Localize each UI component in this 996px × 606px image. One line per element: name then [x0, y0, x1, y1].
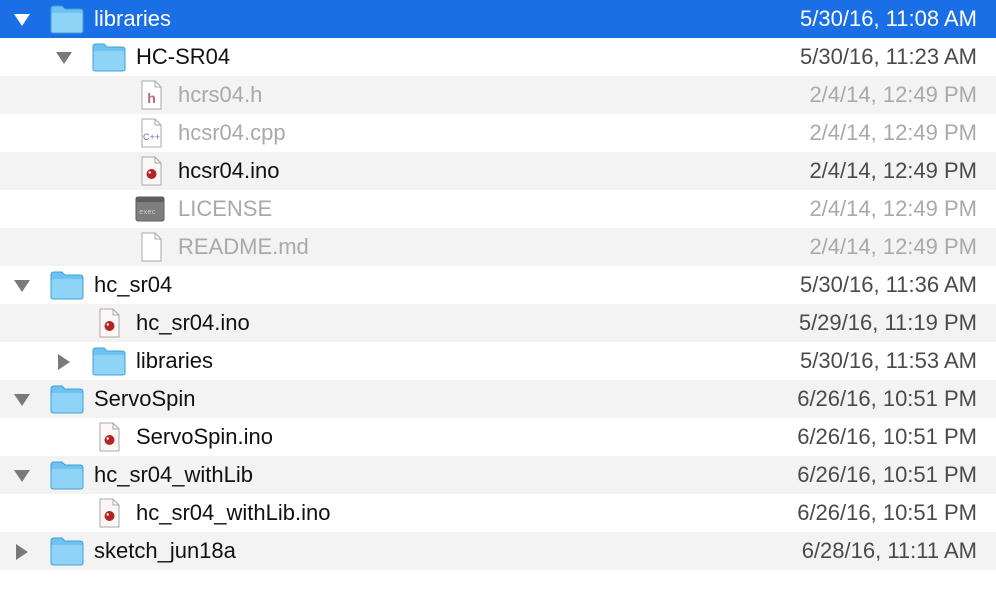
arduino-sketch-icon	[92, 308, 126, 338]
list-row[interactable]: libraries 5/30/16, 11:53 AM	[0, 342, 996, 380]
date-modified: 6/26/16, 10:51 PM	[797, 500, 977, 525]
list-row[interactable]: hc_sr04.ino 5/29/16, 11:19 PM	[0, 304, 996, 342]
list-row[interactable]: hc_sr04 5/30/16, 11:36 AM	[0, 266, 996, 304]
file-list: libraries 5/30/16, 11:08 AM HC-SR04 5/30/16…	[0, 0, 996, 570]
file-name: hcrs04.h	[178, 82, 263, 107]
disclosure-expanded-icon[interactable]	[14, 278, 30, 294]
date-modified: 6/28/16, 11:11 AM	[801, 538, 977, 563]
file-name: LICENSE	[178, 196, 273, 221]
folder-icon	[92, 346, 126, 376]
file-name: hc_sr04	[94, 272, 173, 297]
file-name: hcsr04.cpp	[178, 120, 286, 145]
file-name: hc_sr04_withLib.ino	[136, 500, 331, 525]
file-name: libraries	[94, 6, 172, 31]
list-row[interactable]: hcsr04.ino 2/4/14, 12:49 PM	[0, 152, 996, 190]
document-icon	[134, 232, 168, 262]
list-row[interactable]: exec LICENSE 2/4/14, 12:49 PM	[0, 190, 996, 228]
date-modified: 6/26/16, 10:51 PM	[797, 386, 977, 411]
list-row[interactable]: libraries 5/30/16, 11:08 AM	[0, 0, 996, 38]
folder-icon	[50, 460, 84, 490]
file-name: HC-SR04	[136, 44, 231, 69]
date-modified: 5/29/16, 11:19 PM	[798, 310, 977, 335]
svg-text:exec: exec	[139, 209, 156, 217]
svg-text:h: h	[147, 90, 156, 106]
date-modified: 5/30/16, 11:23 AM	[800, 44, 977, 69]
disclosure-expanded-icon[interactable]	[14, 392, 30, 408]
date-modified: 5/30/16, 11:53 AM	[800, 348, 977, 373]
date-modified: 2/4/14, 12:49 PM	[809, 234, 977, 259]
folder-icon	[92, 42, 126, 72]
disclosure-collapsed-icon[interactable]	[14, 544, 30, 560]
disclosure-expanded-icon[interactable]	[56, 50, 72, 66]
list-row[interactable]: h hcrs04.h 2/4/14, 12:49 PM	[0, 76, 996, 114]
list-row[interactable]: ServoSpin.ino 6/26/16, 10:51 PM	[0, 418, 996, 456]
file-name: hc_sr04.ino	[136, 310, 250, 335]
file-name: hcsr04.ino	[178, 158, 280, 183]
cpp-file-icon: C++	[134, 118, 168, 148]
list-row[interactable]: sketch_jun18a 6/28/16, 11:11 AM	[0, 532, 996, 570]
date-modified: 2/4/14, 12:49 PM	[809, 196, 977, 221]
file-name: ServoSpin	[94, 386, 196, 411]
arduino-sketch-icon	[134, 156, 168, 186]
arduino-sketch-icon	[92, 422, 126, 452]
executable-file-icon: exec	[134, 194, 168, 224]
list-row[interactable]: C++ hcsr04.cpp 2/4/14, 12:49 PM	[0, 114, 996, 152]
date-modified: 6/26/16, 10:51 PM	[797, 424, 977, 449]
date-modified: 5/30/16, 11:08 AM	[800, 6, 977, 31]
date-modified: 2/4/14, 12:49 PM	[809, 82, 977, 107]
header-file-icon: h	[134, 80, 168, 110]
folder-icon	[50, 384, 84, 414]
svg-text:C++: C++	[143, 132, 160, 142]
folder-icon	[50, 536, 84, 566]
list-row[interactable]: README.md 2/4/14, 12:49 PM	[0, 228, 996, 266]
disclosure-collapsed-icon[interactable]	[56, 354, 72, 370]
date-modified: 5/30/16, 11:36 AM	[800, 272, 977, 297]
folder-icon	[50, 4, 84, 34]
date-modified: 2/4/14, 12:49 PM	[809, 120, 977, 145]
arduino-sketch-icon	[92, 498, 126, 528]
list-row[interactable]: HC-SR04 5/30/16, 11:23 AM	[0, 38, 996, 76]
file-name: libraries	[136, 348, 214, 373]
file-name: hc_sr04_withLib	[94, 462, 253, 487]
list-row[interactable]: hc_sr04_withLib.ino 6/26/16, 10:51 PM	[0, 494, 996, 532]
date-modified: 2/4/14, 12:49 PM	[809, 158, 977, 183]
folder-icon	[50, 270, 84, 300]
file-name: README.md	[178, 234, 309, 259]
date-modified: 6/26/16, 10:51 PM	[797, 462, 977, 487]
file-name: ServoSpin.ino	[136, 424, 273, 449]
file-name: sketch_jun18a	[94, 538, 236, 563]
disclosure-expanded-icon[interactable]	[14, 468, 30, 484]
list-row[interactable]: ServoSpin 6/26/16, 10:51 PM	[0, 380, 996, 418]
disclosure-expanded-icon[interactable]	[14, 12, 30, 28]
list-row[interactable]: hc_sr04_withLib 6/26/16, 10:51 PM	[0, 456, 996, 494]
